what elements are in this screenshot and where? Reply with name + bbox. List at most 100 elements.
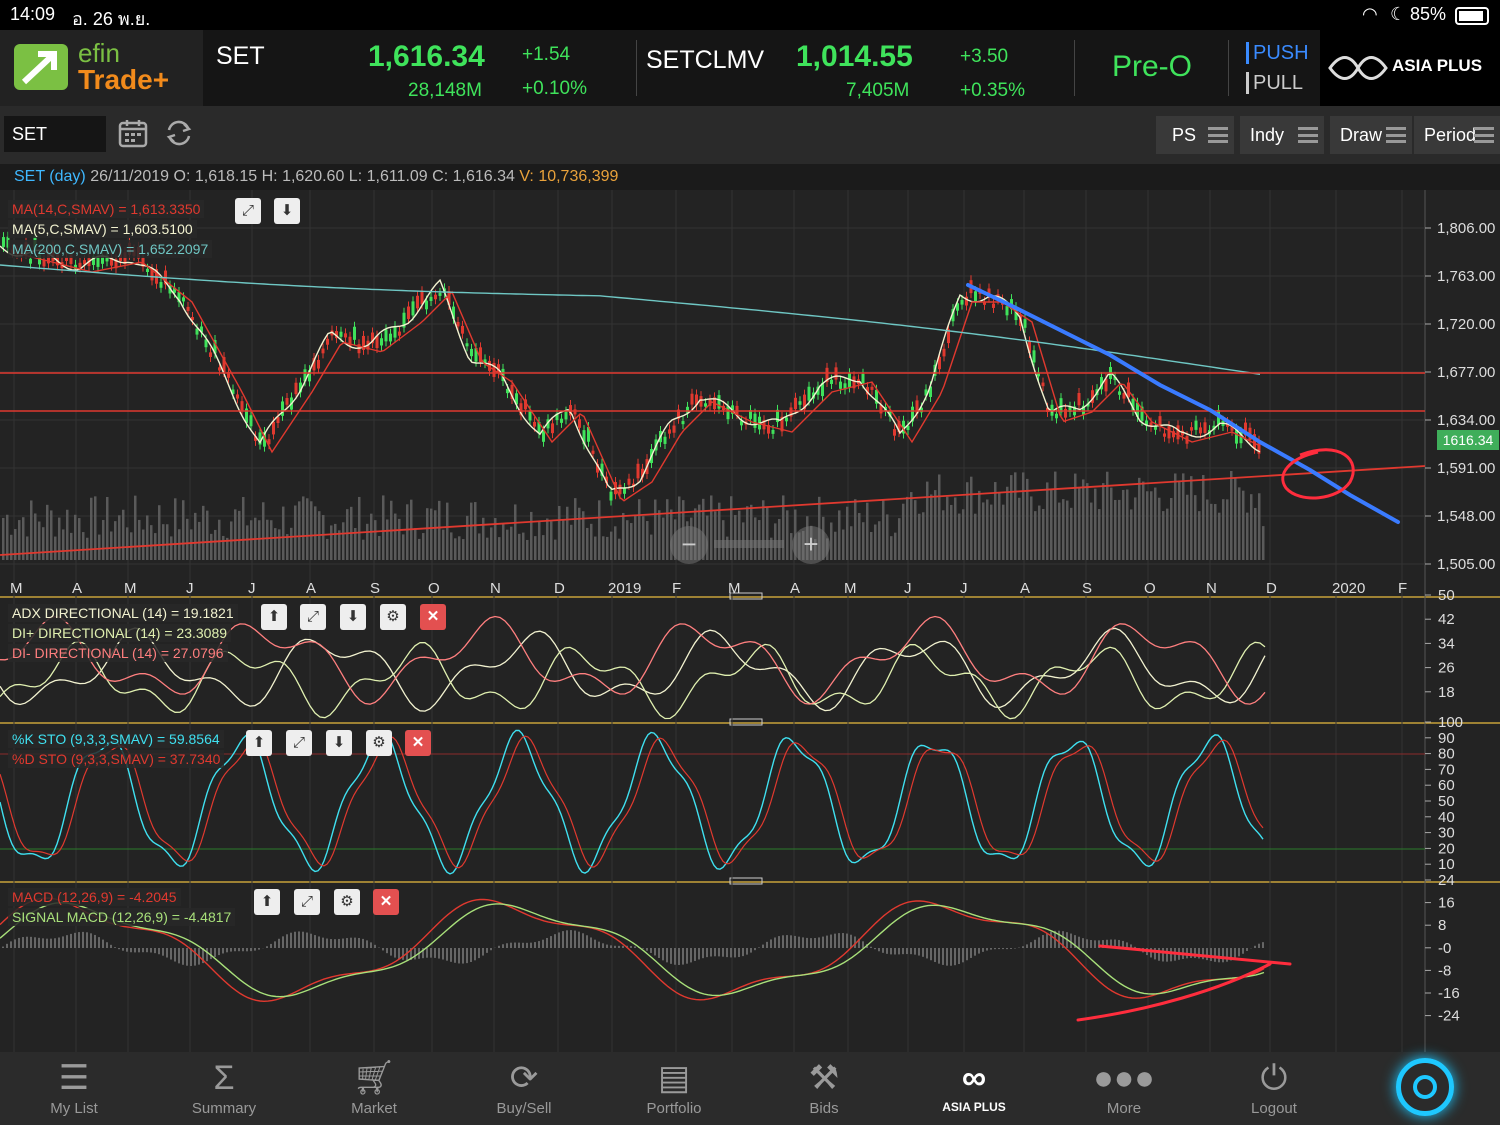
volume-bar [1258, 493, 1261, 560]
legend-ma200: MA(200,C,SMAV) = 1,652.2097 [8, 240, 213, 258]
quote-symbol-setclmv[interactable]: SETCLMV [646, 46, 764, 75]
settings-icon[interactable]: ⚙ [366, 730, 392, 756]
macd-histogram-bar [414, 948, 416, 960]
move-up-icon[interactable]: ⬆ [261, 604, 287, 630]
volume-bar [138, 519, 141, 560]
nav-logout[interactable]: ⏻ Logout [1204, 1056, 1344, 1117]
time-tick-label: O [428, 580, 440, 597]
candle-body [1032, 350, 1036, 363]
macd-histogram-bar [298, 931, 300, 948]
volume-bar [422, 533, 425, 560]
macd-histogram-bar [182, 948, 184, 965]
draw-button[interactable]: Draw [1330, 116, 1412, 154]
close-icon[interactable]: ✕ [405, 730, 431, 756]
candle-body [389, 333, 392, 342]
zoom-in-button[interactable]: + [792, 526, 830, 564]
move-up-icon[interactable]: ⬆ [246, 730, 272, 756]
status-bar: 14:09 อ. 26 พ.ย. ◠ ☾ 85% [0, 0, 1500, 30]
candle-body [1023, 319, 1027, 328]
menu-icon [1474, 127, 1494, 143]
push-button[interactable]: PUSH [1246, 42, 1309, 64]
volume-bar [438, 500, 441, 560]
calendar-icon[interactable] [118, 118, 148, 148]
macd-histogram-bar [870, 946, 872, 948]
macd-histogram-bar [514, 942, 516, 948]
symbol-input[interactable] [4, 116, 106, 152]
macd-histogram-bar [970, 948, 972, 958]
volume-bar [146, 515, 149, 560]
macd-histogram-bar [586, 935, 588, 948]
nav-market[interactable]: 🛒︎ Market [304, 1056, 444, 1117]
candle-body [726, 406, 730, 420]
volume-bar [834, 531, 837, 560]
volume-bar [622, 512, 625, 560]
pull-button[interactable]: PULL [1246, 72, 1303, 94]
volume-bar [142, 529, 145, 560]
close-icon[interactable]: ✕ [420, 604, 446, 630]
nav-summary[interactable]: Σ Summary [154, 1056, 294, 1117]
close-icon[interactable]: ✕ [373, 889, 399, 915]
macd-histogram-bar [882, 948, 884, 953]
chart-area[interactable]: 1,806.00 1,763.00 1,720.00 1,677.00 1,634.00… [0, 190, 1500, 1052]
expand-icon[interactable]: ⤢ [294, 889, 320, 915]
move-down-icon[interactable]: ⬇ [340, 604, 366, 630]
ps-button[interactable]: PS [1156, 116, 1234, 154]
quote-symbol-set[interactable]: SET [216, 42, 265, 71]
volume-bar [10, 534, 13, 560]
move-down-icon[interactable]: ⬇ [274, 198, 300, 224]
volume-bar [314, 506, 317, 560]
zoom-out-button[interactable]: − [670, 526, 708, 564]
nav-asia-plus[interactable]: ∞ ASIA PLUS [904, 1056, 1044, 1114]
time-tick-label: D [1266, 580, 1277, 597]
nav-portfolio[interactable]: ▤ Portfolio [604, 1056, 744, 1117]
expand-icon[interactable]: ⤢ [300, 604, 326, 630]
move-down-icon[interactable]: ⬇ [326, 730, 352, 756]
macd-histogram-bar [530, 942, 532, 948]
settings-icon[interactable]: ⚙ [334, 889, 360, 915]
macd-histogram-bar [166, 948, 168, 958]
macd-histogram-bar [54, 938, 56, 948]
candle-body [704, 403, 707, 407]
volume-bar [214, 529, 217, 560]
volume-bar [26, 536, 29, 560]
volume-bar [1186, 494, 1189, 560]
settings-icon[interactable]: ⚙ [380, 604, 406, 630]
candle-body [425, 300, 428, 310]
time-tick-label: J [248, 580, 256, 597]
macd-histogram-bar [946, 948, 948, 966]
logo-text-trade: Trade+ [78, 64, 170, 95]
volume-bar [1094, 488, 1097, 560]
menu-icon [1298, 127, 1318, 143]
volume-bar [874, 524, 877, 560]
volume-bar [6, 514, 9, 560]
volume-bar [634, 515, 637, 560]
refresh-fab-icon[interactable] [1396, 1058, 1454, 1116]
time-tick-label: A [72, 580, 82, 597]
macd-histogram-bar [394, 948, 396, 958]
nav-bids[interactable]: ⚒ Bids [754, 1056, 894, 1117]
expand-icon[interactable]: ⤢ [235, 198, 261, 224]
move-up-icon[interactable]: ⬆ [254, 889, 280, 915]
expand-icon[interactable]: ⤢ [286, 730, 312, 756]
macd-histogram-bar [742, 948, 744, 957]
volume-bar [362, 539, 365, 560]
macd-histogram-bar [662, 948, 664, 961]
indy-button[interactable]: Indy [1240, 116, 1324, 154]
volume-bar [870, 531, 873, 560]
macd-histogram-bar [278, 938, 280, 948]
sto-tick-label: 60 [1438, 777, 1455, 794]
legend-signal: SIGNAL MACD (12,26,9) = -4.4817 [8, 908, 236, 926]
candle-body [1118, 391, 1121, 395]
nav-more[interactable]: ●●● More [1054, 1056, 1194, 1117]
macd-histogram-bar [686, 948, 688, 964]
zoom-slider[interactable] [714, 540, 784, 548]
candle-body [681, 421, 685, 425]
period-button[interactable]: Period [1414, 116, 1500, 154]
refresh-icon[interactable] [164, 118, 194, 148]
macd-histogram-bar [738, 948, 740, 958]
volume-bar [238, 510, 241, 560]
macd-histogram-bar [66, 935, 68, 948]
nav-my-list[interactable]: ☰ My List [4, 1056, 144, 1117]
nav-buy-sell[interactable]: ⟳ Buy/Sell [454, 1056, 594, 1117]
open-value: 1,618.15 [194, 168, 258, 185]
